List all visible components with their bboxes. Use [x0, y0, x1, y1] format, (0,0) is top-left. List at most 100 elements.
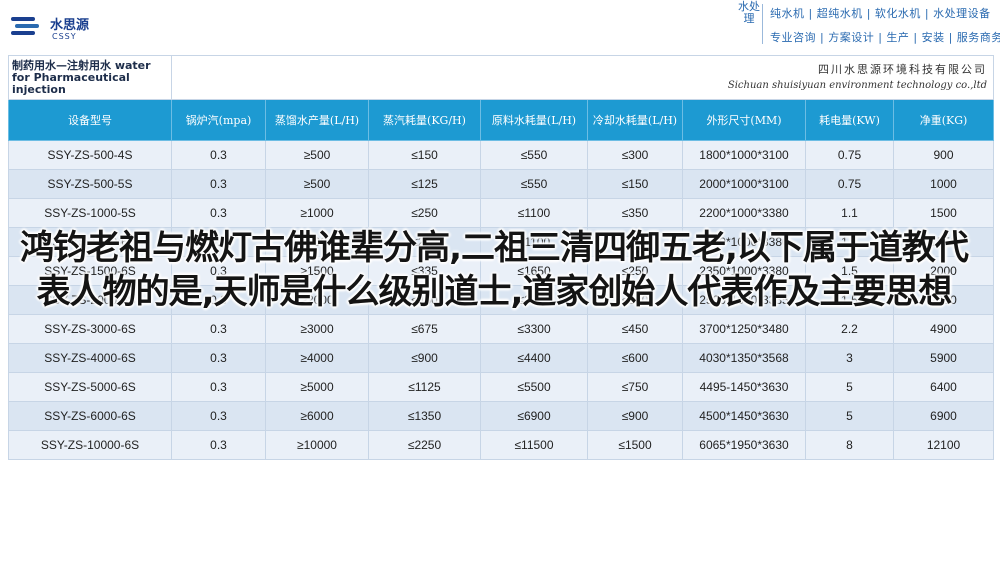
- table-cell: 2.2: [805, 314, 894, 344]
- table-cell: ≤600: [587, 343, 683, 373]
- table-cell: 6400: [893, 372, 994, 402]
- slogan-services: 专业咨询 | 方案设计 | 生产 | 安装 | 服务商务: [770, 31, 1000, 44]
- table-header-row: 设备型号 锅炉汽(mpa) 蒸馏水产量(L/H) 蒸汽耗量(KG/H) 原料水耗…: [8, 99, 994, 141]
- table-cell: ≥500: [265, 140, 369, 170]
- table-row: SSY-ZS-4000-6S 0.3 ≥4000 ≤900 ≤4400 ≤600 4030*…: [8, 343, 994, 373]
- site-header: 水思源 CSSY 水处理 纯水机 | 超纯水机 | 软化水机 | 水处理设备 专…: [0, 0, 1000, 52]
- table-cell: ≤900: [587, 401, 683, 431]
- table-cell: 0.75: [805, 140, 894, 170]
- table-cell: ≤350: [587, 198, 683, 228]
- model-cell: SSY-ZS-6000-6S: [8, 401, 172, 431]
- table-cell: 5: [805, 401, 894, 431]
- model-cell: SSY-ZS-4000-6S: [8, 343, 172, 373]
- water-drop-logo-icon: [11, 17, 39, 35]
- table-cell: 8: [805, 430, 894, 460]
- table-cell: ≤150: [587, 169, 683, 199]
- table-cell: ≤675: [368, 314, 481, 344]
- table-cell: ≤1100: [480, 198, 588, 228]
- table-cell: 0.3: [171, 140, 266, 170]
- table-cell: ≤450: [587, 314, 683, 344]
- table-title-row: 制药用水—注射用水 water for Pharmaceutical injec…: [8, 55, 994, 100]
- table-cell: 3700*1250*3480: [682, 314, 806, 344]
- model-cell: SSY-ZS-5000-6S: [8, 372, 172, 402]
- table-row: SSY-ZS-10000-6S 0.3 ≥10000 ≤2250 ≤11500 ≤1500…: [8, 430, 994, 460]
- table-cell: ≤550: [480, 169, 588, 199]
- table-cell: 0.3: [171, 430, 266, 460]
- company-name-en: Sichuan shuisiyuan environment technolog…: [727, 79, 987, 91]
- column-header: 锅炉汽(mpa): [171, 99, 266, 141]
- model-cell: SSY-ZS-500-5S: [8, 169, 172, 199]
- table-cell: 900: [893, 140, 994, 170]
- table-cell: 1800*1000*3100: [682, 140, 806, 170]
- overlay-headline: 鸿钧老祖与燃灯古佛谁辈分高,二祖三清四御五老,以下属于道教代表人物的是,天师是什…: [20, 228, 969, 312]
- table-cell: 6065*1950*3630: [682, 430, 806, 460]
- table-cell: 1500: [893, 198, 994, 228]
- company-name-cn: 四川水思源环境科技有限公司: [818, 62, 987, 76]
- table-cell: ≥4000: [265, 343, 369, 373]
- brand-logo[interactable]: 水思源 CSSY: [10, 12, 100, 46]
- slogan-vertical: 水处理: [738, 0, 760, 25]
- table-cell: ≤150: [368, 140, 481, 170]
- column-header: 耗电量(KW): [805, 99, 894, 141]
- table-cell: 2000*1000*3100: [682, 169, 806, 199]
- table-cell: ≥5000: [265, 372, 369, 402]
- table-cell: 4030*1350*3568: [682, 343, 806, 373]
- table-cell: ≤1125: [368, 372, 481, 402]
- table-cell: ≤900: [368, 343, 481, 373]
- table-cell: ≥3000: [265, 314, 369, 344]
- company-info: 四川水思源环境科技有限公司 Sichuan shuisiyuan environ…: [171, 55, 994, 100]
- table-cell: ≤550: [480, 140, 588, 170]
- column-header: 外形尺寸(MM): [682, 99, 806, 141]
- table-cell: 0.3: [171, 343, 266, 373]
- table-cell: ≤4400: [480, 343, 588, 373]
- table-cell: ≥500: [265, 169, 369, 199]
- table-row: SSY-ZS-5000-6S 0.3 ≥5000 ≤1125 ≤5500 ≤750 4495…: [8, 372, 994, 402]
- table-cell: ≤6900: [480, 401, 588, 431]
- table-cell: ≤1350: [368, 401, 481, 431]
- table-row: SSY-ZS-500-4S 0.3 ≥500 ≤150 ≤550 ≤300 1800*100…: [8, 140, 994, 170]
- column-header: 蒸汽耗量(KG/H): [368, 99, 481, 141]
- column-header: 冷却水耗量(L/H): [587, 99, 683, 141]
- table-cell: 6900: [893, 401, 994, 431]
- brand-name: 水思源: [50, 18, 90, 33]
- table-cell: 12100: [893, 430, 994, 460]
- slogan-products: 纯水机 | 超纯水机 | 软化水机 | 水处理设备: [770, 7, 991, 20]
- table-cell: ≤5500: [480, 372, 588, 402]
- table-cell: ≥6000: [265, 401, 369, 431]
- table-cell: 4500*1450*3630: [682, 401, 806, 431]
- model-cell: SSY-ZS-10000-6S: [8, 430, 172, 460]
- table-cell: ≤125: [368, 169, 481, 199]
- table-cell: ≥10000: [265, 430, 369, 460]
- table-row: SSY-ZS-6000-6S 0.3 ≥6000 ≤1350 ≤6900 ≤900 4500…: [8, 401, 994, 431]
- table-cell: 0.3: [171, 314, 266, 344]
- model-cell: SSY-ZS-3000-6S: [8, 314, 172, 344]
- table-cell: 1.1: [805, 198, 894, 228]
- table-row: SSY-ZS-1000-5S 0.3 ≥1000 ≤250 ≤1100 ≤350 2200*…: [8, 198, 994, 228]
- table-cell: 0.3: [171, 401, 266, 431]
- brand-name-en: CSSY: [52, 32, 77, 41]
- column-header: 原料水耗量(L/H): [480, 99, 588, 141]
- table-cell: ≤11500: [480, 430, 588, 460]
- column-header: 净重(KG): [893, 99, 994, 141]
- column-header: 蒸馏水产量(L/H): [265, 99, 369, 141]
- column-header: 设备型号: [8, 99, 172, 141]
- model-cell: SSY-ZS-1000-5S: [8, 198, 172, 228]
- table-cell: 3: [805, 343, 894, 373]
- table-cell: 1000: [893, 169, 994, 199]
- table-cell: 4900: [893, 314, 994, 344]
- slogan-divider: [762, 4, 763, 44]
- table-cell: 5900: [893, 343, 994, 373]
- table-cell: ≤3300: [480, 314, 588, 344]
- table-cell: 2200*1000*3380: [682, 198, 806, 228]
- table-cell: ≤1500: [587, 430, 683, 460]
- table-cell: ≤300: [587, 140, 683, 170]
- table-cell: 0.3: [171, 169, 266, 199]
- table-cell: ≤2250: [368, 430, 481, 460]
- table-cell: 4495-1450*3630: [682, 372, 806, 402]
- table-row: SSY-ZS-3000-6S 0.3 ≥3000 ≤675 ≤3300 ≤450 3700*…: [8, 314, 994, 344]
- model-cell: SSY-ZS-500-4S: [8, 140, 172, 170]
- table-row: SSY-ZS-500-5S 0.3 ≥500 ≤125 ≤550 ≤150 2000*100…: [8, 169, 994, 199]
- table-cell: ≤750: [587, 372, 683, 402]
- table-cell: 0.3: [171, 198, 266, 228]
- table-cell: 0.75: [805, 169, 894, 199]
